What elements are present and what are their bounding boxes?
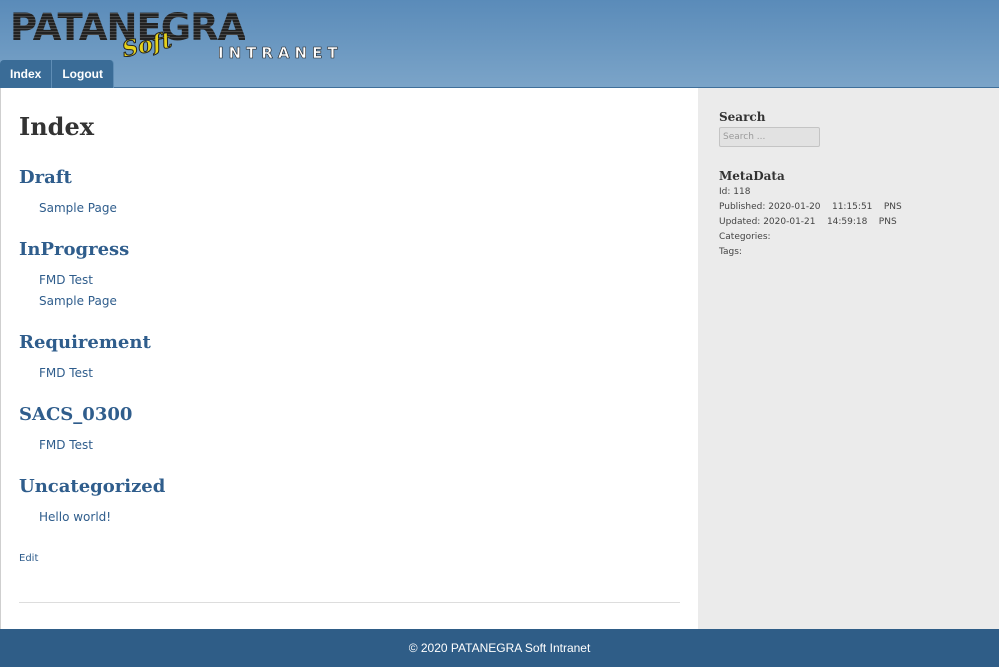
metadata-heading: MetaData — [719, 169, 785, 183]
nav-item-index[interactable]: Index — [0, 60, 53, 88]
category-heading-draft[interactable]: Draft — [19, 167, 72, 188]
post-link[interactable]: Sample Page — [39, 201, 117, 215]
edit-link[interactable]: Edit — [19, 553, 38, 564]
nav-item-logout[interactable]: Logout — [52, 60, 114, 88]
category-heading-uncategorized[interactable]: Uncategorized — [19, 476, 165, 497]
meta-published: Published: 2020-01-20 11:15:51 PNS — [719, 202, 902, 212]
category-heading-sacs-0300[interactable]: SACS_0300 — [19, 404, 132, 425]
post-link[interactable]: FMD Test — [39, 438, 93, 452]
search-heading: Search — [719, 110, 766, 124]
post-link[interactable]: Hello world! — [39, 510, 111, 524]
site-logo[interactable]: PATANEGRA Soft INTRANET — [10, 8, 372, 64]
page-title: Index — [19, 112, 95, 141]
content-divider — [19, 602, 680, 603]
meta-id: Id: 118 — [719, 187, 751, 197]
site-footer: © 2020 PATANEGRA Soft Intranet — [0, 629, 999, 667]
meta-tags: Tags: — [719, 247, 742, 257]
category-heading-inprogress[interactable]: InProgress — [19, 239, 129, 260]
site-header: PATANEGRA Soft INTRANET Index Logout — [0, 0, 999, 88]
post-link[interactable]: FMD Test — [39, 273, 93, 287]
post-link[interactable]: FMD Test — [39, 366, 93, 380]
main-nav: Index Logout — [0, 60, 114, 88]
search-input[interactable] — [719, 127, 820, 147]
category-heading-requirement[interactable]: Requirement — [19, 332, 151, 353]
post-link[interactable]: Sample Page — [39, 294, 117, 308]
meta-updated: Updated: 2020-01-21 14:59:18 PNS — [719, 217, 897, 227]
meta-categories: Categories: — [719, 232, 771, 242]
content-area — [0, 88, 698, 629]
logo-subtitle: INTRANET — [218, 44, 343, 63]
